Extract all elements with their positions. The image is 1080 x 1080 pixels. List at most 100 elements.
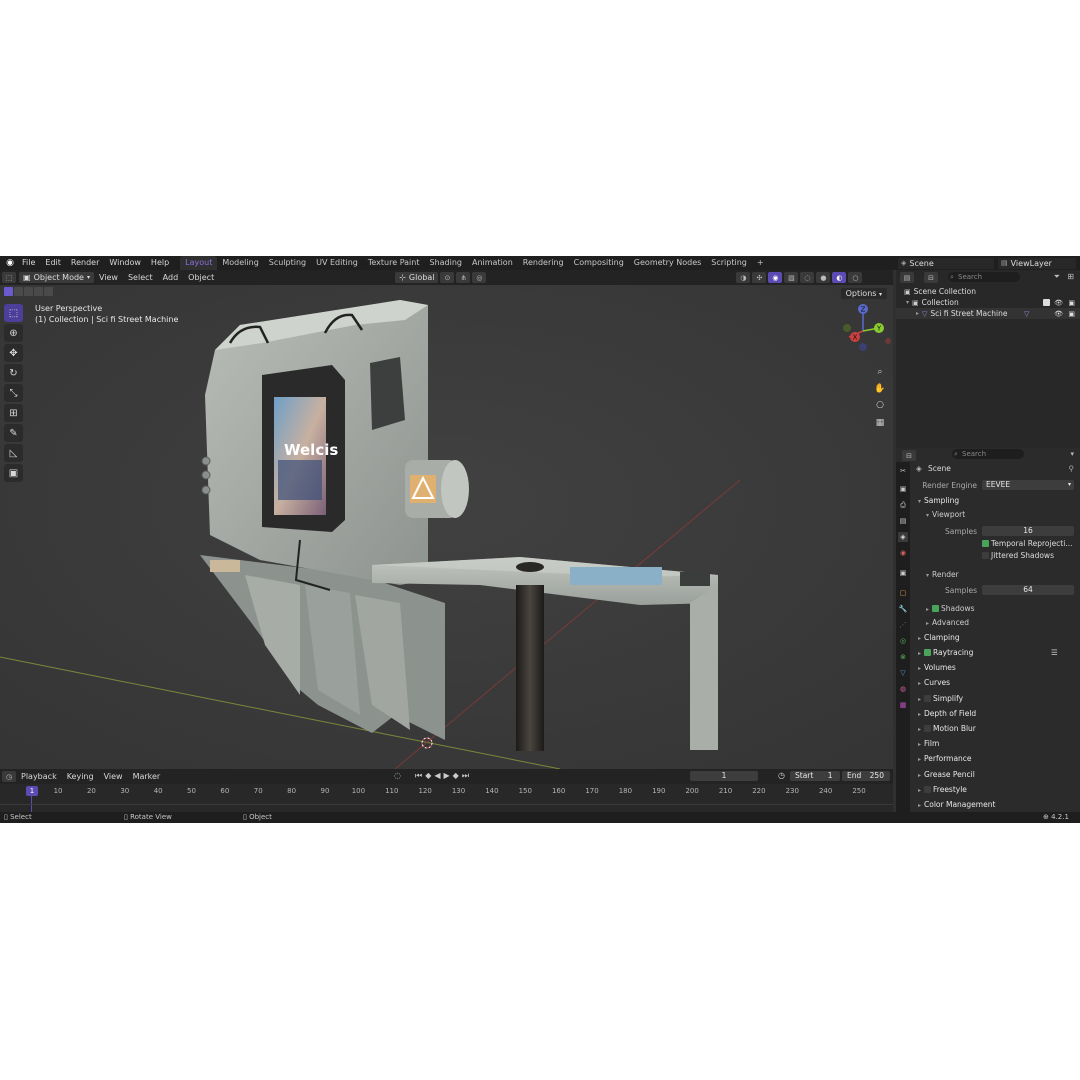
scene-selector[interactable]: ◈ Scene (898, 257, 994, 269)
gizmo-neg-y[interactable] (843, 324, 851, 332)
sampling-panel-header[interactable]: ▾ Sampling (918, 496, 959, 505)
outliner-search-input[interactable]: ⌕ Search (948, 272, 1020, 282)
tool-cursor[interactable]: ⊕ (4, 324, 23, 342)
select-subtract-icon[interactable] (24, 287, 33, 296)
tab-animation[interactable]: Animation (467, 256, 518, 270)
shading-material-icon[interactable]: ◐ (832, 272, 847, 283)
record-icon[interactable]: ◌ (394, 771, 401, 781)
tab-texture-paint[interactable]: Texture Paint (363, 256, 425, 270)
texture-tab-icon[interactable]: ▦ (898, 700, 908, 710)
3d-viewport[interactable]: Welcis User Perspective (1) Collection |… (0, 285, 893, 769)
tool-tab-icon[interactable]: ✂ (898, 466, 908, 476)
shadows-subpanel-header[interactable]: ▸ Shadows (926, 604, 975, 613)
expand-arrow-icon[interactable]: ▸ (916, 310, 919, 317)
tab-scripting[interactable]: Scripting (706, 256, 752, 270)
data-tab-icon[interactable]: ▽ (898, 668, 908, 678)
tool-select-box[interactable]: ⬚ (4, 304, 23, 322)
filter-icon[interactable]: ⏷ (1054, 272, 1060, 282)
view-layer-selector[interactable]: ▤ ViewLayer (998, 257, 1076, 269)
select-intersect-icon[interactable] (44, 287, 53, 296)
outliner-scene-collection[interactable]: ▣ Scene Collection (896, 286, 1080, 297)
film-panel[interactable]: ▸ Film (918, 739, 939, 748)
render-samples-field[interactable]: 64 (982, 585, 1074, 595)
menu-file[interactable]: File (17, 256, 40, 270)
jittered-shadows-checkbox[interactable]: Jittered Shadows (982, 551, 1054, 560)
select-extend-icon[interactable] (14, 287, 23, 296)
properties-search-input[interactable]: ⌕ Search (952, 449, 1024, 459)
particles-tab-icon[interactable]: ⋰ (898, 620, 908, 630)
properties-options-icon[interactable]: ▾ (1070, 450, 1074, 458)
material-tab-icon[interactable]: ◍ (898, 684, 908, 694)
advanced-subpanel-header[interactable]: ▸ Advanced (926, 618, 969, 627)
jump-end-icon[interactable]: ⏭ (462, 771, 469, 781)
tool-scale[interactable]: ⤡ (4, 384, 23, 402)
overlays-icon[interactable]: ◉ (768, 272, 783, 283)
pan-hand-icon[interactable]: ✋ (873, 382, 887, 396)
timeline-menu-playback[interactable]: Playback (16, 772, 62, 781)
object-tab-icon[interactable]: ▢ (898, 588, 908, 598)
simplify-panel[interactable]: ▸ Simplify (918, 694, 963, 703)
options-button[interactable]: Options ▾ (840, 288, 887, 299)
properties-editor-icon[interactable]: ⊟ (902, 450, 916, 461)
outliner-collection[interactable]: ▾ ▣ Collection 👁 ▣ (896, 297, 1080, 308)
menu-edit[interactable]: Edit (40, 256, 66, 270)
depth-of-field-panel[interactable]: ▸ Depth of Field (918, 709, 976, 718)
view-layer-tab-icon[interactable]: ▤ (898, 516, 908, 526)
add-workspace-button[interactable]: + (752, 256, 769, 270)
prev-keyframe-icon[interactable]: ◆ (425, 771, 431, 781)
render-tab-icon[interactable]: ▣ (898, 484, 908, 494)
tool-measure[interactable]: ◺ (4, 444, 23, 462)
color-management-panel[interactable]: ▸ Color Management (918, 800, 995, 809)
viewport-subpanel-header[interactable]: ▾ Viewport (926, 510, 965, 519)
raytracing-panel[interactable]: ▸ Raytracing (918, 648, 973, 657)
play-icon[interactable]: ▶ (444, 771, 450, 781)
gizmo-neg-z[interactable] (859, 343, 867, 351)
menu-render[interactable]: Render (66, 256, 104, 270)
timeline-menu-marker[interactable]: Marker (128, 772, 166, 781)
grease-pencil-panel[interactable]: ▸ Grease Pencil (918, 770, 975, 779)
gizmo-neg-x[interactable] (885, 338, 891, 344)
volumes-panel[interactable]: ▸ Volumes (918, 663, 956, 672)
tab-rendering[interactable]: Rendering (518, 256, 569, 270)
axis-gizmo[interactable]: Z X Y (843, 301, 893, 361)
play-reverse-icon[interactable]: ◀ (434, 771, 440, 781)
viewport-menu-object[interactable]: Object (183, 273, 219, 282)
playhead-frame-label[interactable]: 1 (26, 786, 38, 796)
menu-help[interactable]: Help (146, 256, 174, 270)
select-new-icon[interactable] (4, 287, 13, 296)
timeline-menu-view[interactable]: View (99, 772, 128, 781)
tool-rotate[interactable]: ↻ (4, 364, 23, 382)
perspective-toggle-icon[interactable]: ▦ (873, 416, 887, 430)
tool-add-cube[interactable]: ▣ (4, 464, 23, 482)
blender-logo-icon[interactable]: ◉ (3, 257, 17, 269)
tool-move[interactable]: ✥ (4, 344, 23, 362)
outliner-display-icon[interactable]: ⊟ (924, 272, 938, 283)
tab-shading[interactable]: Shading (424, 256, 467, 270)
select-invert-icon[interactable] (34, 287, 43, 296)
clamping-panel[interactable]: ▸ Clamping (918, 633, 960, 642)
world-tab-icon[interactable]: ◉ (898, 548, 908, 558)
menu-window[interactable]: Window (104, 256, 146, 270)
pin-icon[interactable]: ⚲ (1069, 464, 1075, 473)
camera-view-icon[interactable]: ⎔ (873, 399, 887, 413)
tool-annotate[interactable]: ✎ (4, 424, 23, 442)
viewport-samples-field[interactable]: 16 (982, 526, 1074, 536)
tab-uv-editing[interactable]: UV Editing (311, 256, 363, 270)
timeline-menu-keying[interactable]: Keying (62, 772, 99, 781)
tab-layout[interactable]: Layout (180, 256, 218, 270)
mode-selector[interactable]: ▣ Object Mode ▾ (19, 272, 94, 283)
shading-wireframe-icon[interactable]: ◌ (800, 272, 815, 283)
jump-start-icon[interactable]: ⏮ (415, 771, 422, 781)
timeline-track[interactable]: 10 20 30 40 50 60 70 80 90 100 110 120 130 140 150 160 1… (0, 784, 893, 812)
transform-orientation-selector[interactable]: ⊹ Global (395, 272, 439, 283)
motion-blur-panel[interactable]: ▸ Motion Blur (918, 724, 976, 733)
proportional-edit-icon[interactable]: ◎ (472, 272, 487, 283)
eye-icon[interactable]: 👁 (1054, 310, 1063, 318)
outliner-editor-icon[interactable]: ▤ (900, 272, 914, 283)
new-collection-icon[interactable]: ⊞ (1067, 272, 1074, 281)
tool-transform[interactable]: ⊞ (4, 404, 23, 422)
render-subpanel-header[interactable]: ▾ Render (926, 570, 959, 579)
current-frame-field[interactable]: 1 (690, 771, 758, 781)
next-keyframe-icon[interactable]: ◆ (453, 771, 459, 781)
pivot-icon[interactable]: ⊙ (440, 272, 455, 283)
